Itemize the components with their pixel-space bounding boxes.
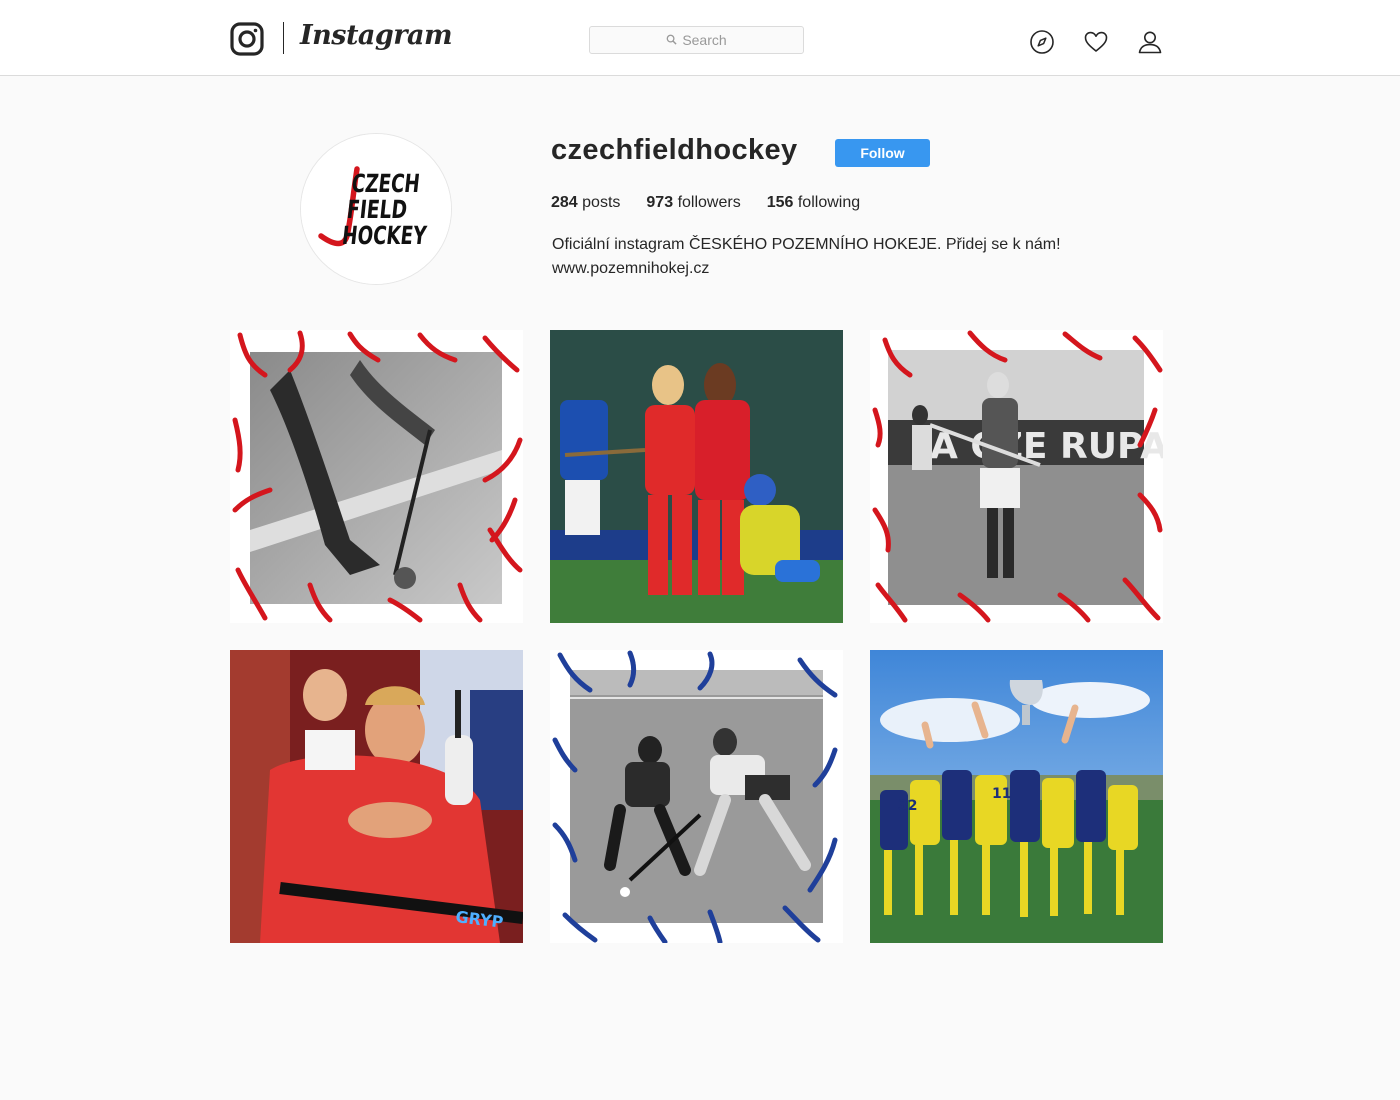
post-thumbnail-6[interactable]: 32 11 — [870, 650, 1163, 943]
search-placeholder: Search — [682, 32, 727, 48]
top-navigation-bar: Instagram Search — [0, 0, 1400, 76]
profile-username: czechfieldhockey — [551, 134, 798, 166]
instagram-camera-icon[interactable] — [230, 22, 264, 56]
profile-stats: 284 posts 973 followers 156 following — [551, 194, 860, 212]
profile-person-icon[interactable] — [1137, 29, 1163, 55]
following-label: following — [797, 194, 861, 211]
svg-text:11: 11 — [992, 786, 1011, 802]
follow-button[interactable]: Follow — [835, 139, 930, 167]
followers-number: 973 — [646, 194, 674, 211]
post-thumbnail-5[interactable] — [550, 650, 843, 943]
logo-divider — [283, 22, 284, 54]
avatar-text-hockey: HOCKEY — [341, 221, 429, 250]
followers-count[interactable]: 973 followers — [646, 194, 740, 212]
search-icon — [666, 32, 677, 48]
posts-number: 284 — [551, 194, 578, 211]
posts-label: posts — [582, 194, 621, 211]
following-count[interactable]: 156 following — [767, 194, 860, 212]
followers-label: followers — [677, 194, 741, 211]
avatar-text-field: FIELD — [346, 195, 409, 224]
profile-avatar[interactable]: CZECH FIELD HOCKEY — [300, 133, 452, 285]
profile-website-link[interactable]: www.pozemnihokej.cz — [552, 257, 1061, 281]
profile-bio: Oficiální instagram ČESKÉHO POZEMNÍHO HO… — [552, 233, 1061, 281]
post-thumbnail-1[interactable] — [230, 330, 523, 623]
avatar-text-czech: CZECH — [350, 169, 421, 198]
post-thumbnail-2[interactable] — [550, 330, 843, 623]
post-thumbnail-4[interactable]: GRYP — [230, 650, 523, 943]
explore-compass-icon[interactable] — [1029, 29, 1055, 55]
activity-heart-icon[interactable] — [1083, 29, 1109, 55]
posts-count: 284 posts — [551, 194, 620, 212]
svg-text:32: 32 — [898, 798, 917, 814]
post-thumbnail-3[interactable]: A CZE RUPA — [870, 330, 1163, 623]
instagram-wordmark[interactable]: Instagram — [300, 20, 453, 51]
svg-text:A CZE RUPA: A CZE RUPA — [930, 426, 1163, 467]
following-number: 156 — [766, 194, 794, 211]
bio-text: Oficiální instagram ČESKÉHO POZEMNÍHO HO… — [552, 236, 1061, 253]
search-input[interactable]: Search — [589, 26, 804, 54]
